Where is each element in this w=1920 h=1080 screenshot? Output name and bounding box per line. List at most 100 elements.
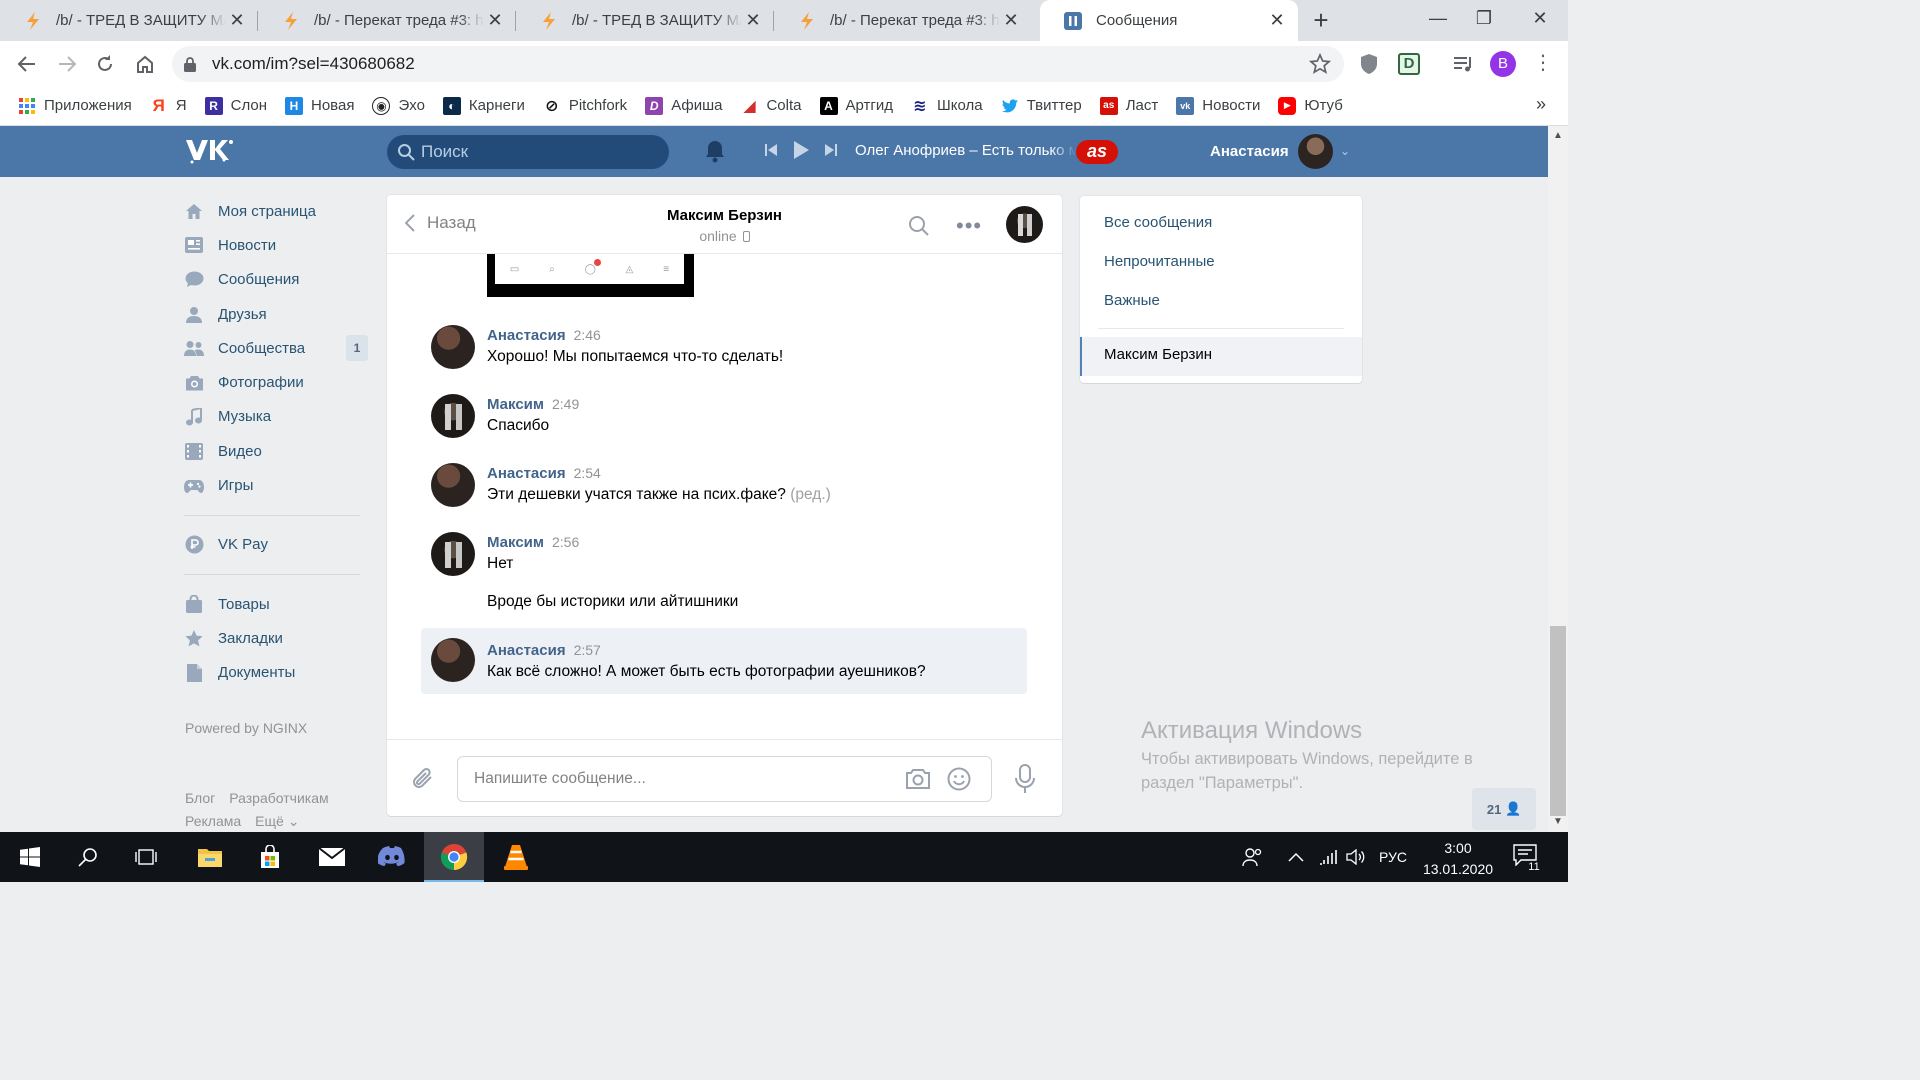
menu-documents[interactable]: Документы xyxy=(184,656,368,690)
message-author[interactable]: Анастасия 2:54 xyxy=(487,465,601,482)
store-icon[interactable] xyxy=(240,832,300,882)
tab-messages-active[interactable]: Сообщения ✕ xyxy=(1040,0,1298,41)
bookmark-echo[interactable]: ◉ Эхо xyxy=(372,96,425,115)
scroll-up-icon[interactable]: ▲ xyxy=(1548,130,1568,141)
bookmark-colta[interactable]: ◢ Colta xyxy=(740,96,802,115)
tab-close-icon[interactable]: ✕ xyxy=(484,10,506,31)
avatar[interactable] xyxy=(431,532,475,576)
restore-icon[interactable]: ❐ xyxy=(1464,6,1504,34)
message-author[interactable]: Анастасия 2:46 xyxy=(487,327,601,344)
search-icon[interactable] xyxy=(908,215,930,237)
lastfm-scrobble-icon[interactable]: as xyxy=(1076,140,1118,164)
message-item[interactable]: Максим 2:56 Нет Вроде бы историки или айт… xyxy=(421,532,1027,616)
peer-avatar[interactable] xyxy=(1006,206,1043,243)
friends-online-button[interactable]: 21 👤 xyxy=(1472,788,1536,830)
tab-close-icon[interactable]: ✕ xyxy=(226,10,248,31)
filter-unread[interactable]: Непрочитанные xyxy=(1104,253,1215,270)
new-tab-button[interactable]: + xyxy=(1306,6,1336,36)
message-item[interactable]: Анастасия 2:54 Эти дешевки учатся также н… xyxy=(421,463,1027,513)
menu-vkpay[interactable]: VK Pay xyxy=(184,528,368,562)
search-icon[interactable] xyxy=(58,832,118,882)
tab-1[interactable]: /b/ - ТРЕД В ЗАЩИТУ МАК ✕ xyxy=(0,0,258,41)
message-author[interactable]: Максим 2:56 xyxy=(487,534,579,551)
message-item[interactable]: Анастасия 2:46 Хорошо! Мы попытаемся что-… xyxy=(421,325,1027,375)
scroll-down-icon[interactable]: ▼ xyxy=(1548,816,1568,827)
play-icon[interactable] xyxy=(792,140,810,160)
bookmark-lastfm[interactable]: as Ласт xyxy=(1099,96,1158,115)
footer-more-link[interactable]: Ещё ⌄ xyxy=(255,813,299,829)
reload-icon[interactable] xyxy=(90,49,120,79)
language-indicator[interactable]: РУС xyxy=(1379,832,1407,882)
back-arrow-icon[interactable] xyxy=(12,49,42,79)
menu-news[interactable]: Новости xyxy=(184,228,368,262)
message-author[interactable]: Анастасия 2:57 xyxy=(487,642,601,659)
menu-communities[interactable]: Сообщества 1 xyxy=(184,331,368,365)
avatar[interactable] xyxy=(431,394,475,438)
vk-logo-icon[interactable] xyxy=(184,136,236,166)
avatar[interactable] xyxy=(431,638,475,682)
chrome-icon[interactable] xyxy=(424,832,484,882)
menu-games[interactable]: Игры xyxy=(184,468,368,502)
page-scrollbar[interactable]: ▲ ▼ xyxy=(1548,126,1568,832)
menu-friends[interactable]: Друзья xyxy=(184,297,368,331)
discord-icon[interactable] xyxy=(362,832,422,882)
media-queue-icon[interactable] xyxy=(1452,53,1474,75)
paperclip-icon[interactable] xyxy=(411,766,435,792)
menu-messages[interactable]: Сообщения xyxy=(184,263,368,297)
camera-icon[interactable] xyxy=(905,768,931,790)
now-playing-text[interactable]: Олег Анофриев – Есть только миг xyxy=(855,142,1077,164)
bookmark-pitchfork[interactable]: ⊘ Pitchfork xyxy=(542,96,627,115)
footer-devs-link[interactable]: Разработчикам xyxy=(229,790,328,806)
bookmark-star-icon[interactable] xyxy=(1309,53,1331,75)
avatar[interactable] xyxy=(431,463,475,507)
bookmark-carnegie[interactable]: ◐ Карнеги xyxy=(442,96,525,115)
filter-important[interactable]: Важные xyxy=(1104,292,1160,309)
footer-blog-link[interactable]: Блог xyxy=(185,790,215,806)
volume-icon[interactable] xyxy=(1346,832,1366,882)
tab-4[interactable]: /b/ - Перекат треда #3: htt ✕ xyxy=(774,0,1032,41)
chevron-down-icon[interactable]: ⌄ xyxy=(1340,144,1350,158)
tab-2[interactable]: /b/ - Перекат треда #3: htt ✕ xyxy=(258,0,516,41)
previous-track-icon[interactable] xyxy=(764,143,778,157)
browser-menu-icon[interactable]: ⋮ xyxy=(1533,51,1553,77)
home-button-icon[interactable] xyxy=(130,49,160,79)
message-item-highlighted[interactable]: Анастасия 2:57 Как всё сложно! А может бы… xyxy=(421,628,1027,694)
tab-close-icon[interactable]: ✕ xyxy=(1000,10,1022,31)
bookmark-artgid[interactable]: A Артгид xyxy=(819,96,893,115)
message-item[interactable]: Максим 2:49 Спасибо xyxy=(421,394,1027,444)
bookmark-slon[interactable]: R Слон xyxy=(204,96,267,115)
mail-icon[interactable] xyxy=(302,832,362,882)
message-author[interactable]: Максим 2:49 xyxy=(487,396,579,413)
people-icon[interactable] xyxy=(1242,832,1264,882)
vk-search-input[interactable]: Поиск xyxy=(387,135,669,169)
menu-photos[interactable]: Фотографии xyxy=(184,365,368,399)
forward-arrow-icon[interactable] xyxy=(52,49,82,79)
header-avatar[interactable] xyxy=(1298,134,1333,169)
chevron-up-icon[interactable] xyxy=(1288,832,1304,882)
next-track-icon[interactable] xyxy=(824,143,838,157)
shield-extension-icon[interactable] xyxy=(1358,53,1380,75)
menu-music[interactable]: Музыка xyxy=(184,400,368,434)
file-explorer-icon[interactable] xyxy=(180,832,240,882)
wifi-icon[interactable] xyxy=(1318,832,1338,882)
more-options-icon[interactable]: ••• xyxy=(956,213,982,239)
attached-screenshot[interactable]: ▭ ⌕ ◯ ◬ ≡ xyxy=(487,254,694,297)
bookmark-shkola[interactable]: ≋ Школа xyxy=(911,96,983,115)
bookmark-yandex[interactable]: ЯЯ xyxy=(150,96,187,115)
task-view-icon[interactable] xyxy=(116,832,176,882)
header-user-name[interactable]: Анастасия xyxy=(1210,143,1289,160)
windows-start-icon[interactable] xyxy=(0,832,60,882)
menu-my-page[interactable]: Моя страница xyxy=(184,194,368,228)
d-extension-icon[interactable]: D xyxy=(1398,53,1420,75)
vlc-icon[interactable] xyxy=(486,832,546,882)
notifications-bell-icon[interactable] xyxy=(704,139,726,163)
emoji-smile-icon[interactable] xyxy=(947,767,971,791)
footer-ads-link[interactable]: Реклама xyxy=(185,813,241,829)
tab-close-icon[interactable]: ✕ xyxy=(742,10,764,31)
bookmark-twitter[interactable]: Твиттер xyxy=(1001,97,1082,115)
bookmark-vk-news[interactable]: vk Новости xyxy=(1176,96,1260,115)
filter-all-messages[interactable]: Все сообщения xyxy=(1104,214,1212,231)
menu-bookmarks[interactable]: Закладки xyxy=(184,621,368,655)
bookmark-apps[interactable]: Приложения xyxy=(18,97,132,115)
bookmark-afisha[interactable]: D Афиша xyxy=(645,96,722,115)
